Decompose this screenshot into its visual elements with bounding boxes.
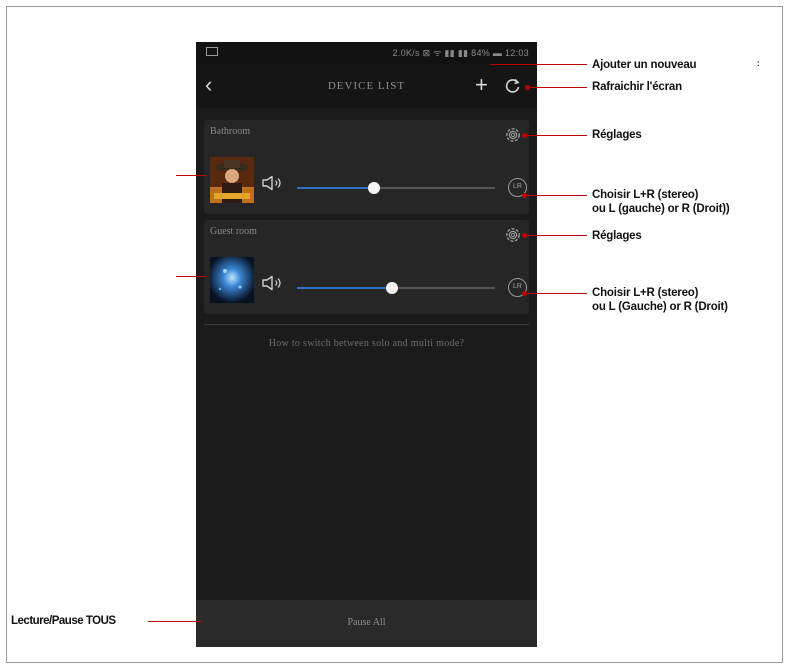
volume-slider[interactable]	[297, 282, 495, 294]
callout-settings-1: Réglages	[592, 129, 642, 141]
solo-multi-help-link[interactable]: How to switch between solo and multi mod…	[196, 338, 537, 349]
volume-slider-fill	[297, 187, 375, 189]
refresh-icon[interactable]	[504, 77, 522, 95]
callout-line-add	[490, 64, 587, 65]
bottom-bar: Pause All	[196, 600, 537, 647]
callout-line-channel-2	[524, 293, 587, 294]
status-bar: 2.0K/s ⊠ ᯤ ▮▮ ▮▮ 84% ▬ 12:03	[196, 42, 537, 64]
callout-settings-2: Réglages	[592, 230, 642, 242]
callout-channel-1-line2: ou L (gauche) or R (Droit))	[592, 203, 730, 215]
volume-slider-handle[interactable]	[386, 282, 399, 294]
callout-line-settings-1	[524, 135, 587, 136]
device-card-2[interactable]: Guest room LR	[204, 220, 529, 314]
callout-line-channel-1	[524, 195, 587, 196]
callout-channel-1: Choisir L+R (stereo) ou L (gauche) or R …	[592, 188, 730, 216]
album-art-thumbnail	[210, 157, 254, 203]
volume-slider-fill	[297, 287, 393, 289]
callout-line-play-pause	[148, 621, 202, 622]
settings-gear-icon[interactable]	[503, 125, 523, 145]
phone-screen: 2.0K/s ⊠ ᯤ ▮▮ ▮▮ 84% ▬ 12:03 ‹ DEVICE LI…	[196, 42, 537, 647]
callout-mark: :	[757, 59, 760, 68]
callout-line-settings-2	[524, 235, 587, 236]
notification-icon	[206, 47, 218, 56]
callout-refresh: Rafraichir l'écran	[592, 81, 682, 93]
device-card-1[interactable]: Bathroom LR	[204, 120, 529, 214]
add-device-plus-icon[interactable]: +	[475, 74, 488, 96]
pause-all-button[interactable]: Pause All	[196, 617, 537, 628]
volume-slider[interactable]	[297, 182, 495, 194]
settings-gear-icon[interactable]	[503, 225, 523, 245]
album-art-thumbnail	[210, 257, 254, 303]
speaker-volume-icon	[262, 275, 281, 291]
divider	[204, 324, 529, 325]
volume-slider-handle[interactable]	[368, 182, 381, 194]
callout-channel-1-line1: Choisir L+R (stereo)	[592, 189, 699, 201]
device-name: Guest room	[210, 226, 257, 237]
callout-channel-2: Choisir L+R (stereo) ou L (Gauche) or R …	[592, 286, 728, 314]
top-bar: ‹ DEVICE LIST +	[196, 64, 537, 108]
callout-add-new: Ajouter un nouveau	[592, 59, 697, 71]
callout-line-thumb-2	[176, 276, 206, 277]
callout-line-refresh	[527, 87, 587, 88]
callout-channel-2-line2: ou L (Gauche) or R (Droit)	[592, 301, 728, 313]
callout-channel-2-line1: Choisir L+R (stereo)	[592, 287, 699, 299]
callout-play-pause-all: Lecture/Pause TOUS	[11, 615, 116, 627]
callout-line-thumb-1	[176, 175, 206, 176]
speaker-volume-icon	[262, 175, 281, 191]
status-indicators: 2.0K/s ⊠ ᯤ ▮▮ ▮▮ 84% ▬ 12:03	[392, 48, 529, 58]
device-name: Bathroom	[210, 126, 250, 137]
